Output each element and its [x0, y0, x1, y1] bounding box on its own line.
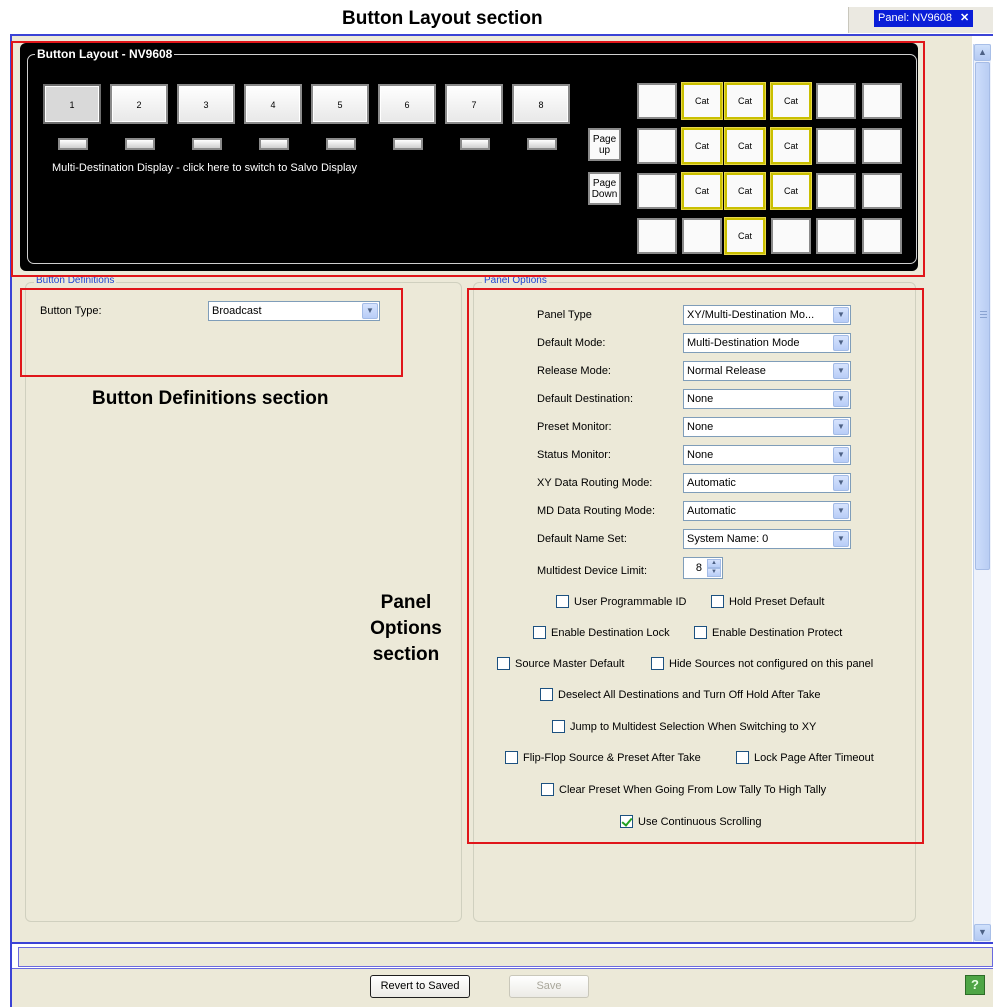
scroll-up-icon[interactable]: ▲	[974, 44, 991, 61]
frame-bottom-border	[10, 942, 993, 944]
tab-panel-nv9608[interactable]: Panel: NV9608 ✕	[874, 10, 974, 27]
scroll-thumb[interactable]	[975, 62, 990, 570]
annotation-button-layout: Button Layout section	[342, 8, 543, 29]
scroll-grip	[980, 311, 987, 312]
status-bar	[18, 947, 993, 967]
scroll-grip	[980, 317, 987, 318]
scroll-grip	[980, 314, 987, 315]
annotation-panel-options: Panel Options section	[356, 590, 456, 668]
highlight-button-layout	[11, 41, 925, 277]
annotation-panel-options-line: Panel	[380, 592, 432, 613]
vertical-scrollbar[interactable]: ▲ ▼	[973, 44, 991, 942]
footer-bar	[12, 968, 993, 1007]
highlight-panel-options	[467, 288, 924, 844]
revert-to-saved-button[interactable]: Revert to Saved	[370, 975, 470, 998]
annotation-panel-options-line: Options	[370, 618, 442, 639]
annotation-panel-options-line: section	[372, 644, 440, 665]
scroll-down-icon[interactable]: ▼	[974, 924, 991, 941]
close-icon[interactable]: ✕	[960, 12, 969, 24]
tab-label: Panel: NV9608	[878, 12, 952, 24]
save-button[interactable]: Save	[509, 975, 589, 998]
help-icon[interactable]: ?	[965, 975, 985, 995]
frame-top-border	[10, 34, 993, 36]
annotation-button-definitions: Button Definitions section	[92, 388, 329, 409]
highlight-button-definitions	[20, 288, 403, 377]
